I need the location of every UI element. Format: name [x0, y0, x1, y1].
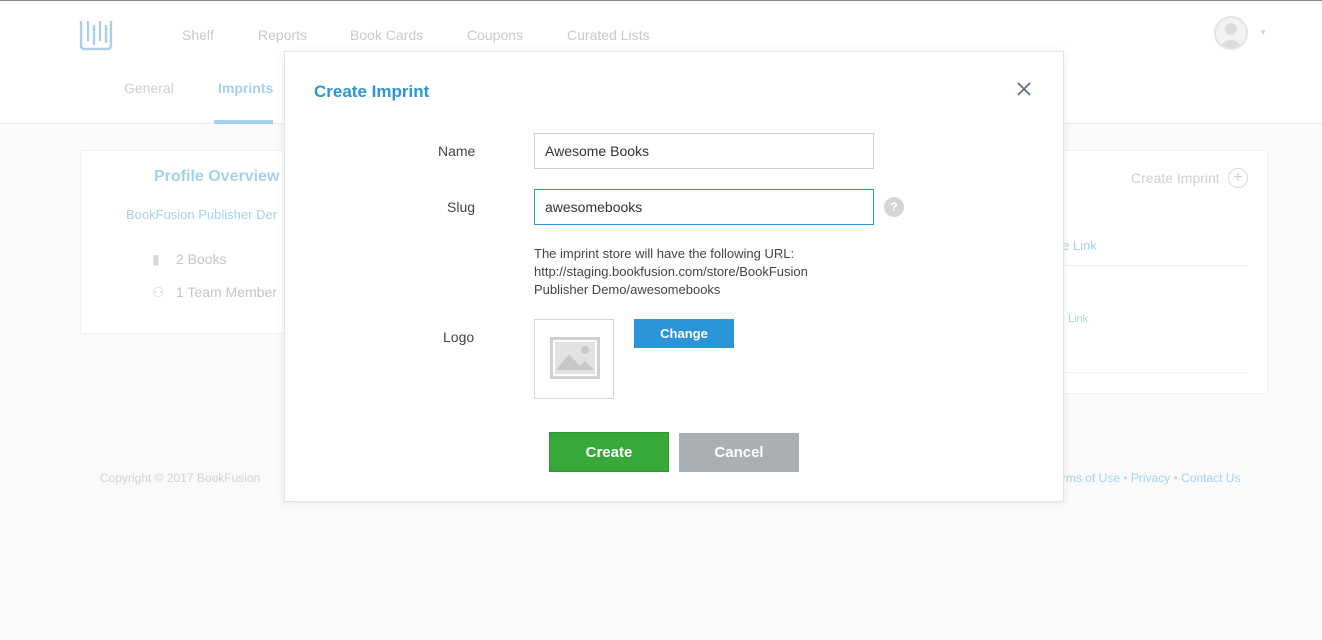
logo-label: Logo — [443, 329, 475, 345]
team-stat: ⚇ 1 Team Member — [152, 284, 277, 301]
nav-book-cards[interactable]: Book Cards — [350, 27, 423, 43]
plus-icon[interactable]: + — [1228, 168, 1248, 188]
create-imprint-dialog: Create Imprint Name Slug ? The imprint s… — [284, 51, 1064, 502]
image-placeholder-icon — [550, 337, 600, 379]
nav-shelf[interactable]: Shelf — [182, 27, 214, 43]
privacy-link[interactable]: Privacy — [1131, 471, 1170, 485]
slug-label: Slug — [447, 199, 476, 215]
terms-link[interactable]: rms of Use — [1062, 471, 1120, 485]
profile-overview-title: Profile Overview — [154, 168, 280, 185]
cancel-button[interactable]: Cancel — [679, 433, 799, 472]
books-stat: ▮ 2 Books — [152, 251, 227, 268]
url-note-line: http://staging.bookfusion.com/store/Book… — [534, 264, 808, 279]
logo-preview — [534, 319, 614, 399]
footer-separator: • — [1170, 471, 1182, 485]
copyright-text: Copyright © 2017 BookFusion — [100, 471, 261, 485]
chevron-down-icon[interactable]: ▾ — [1261, 27, 1266, 38]
footer-links: rms of Use • Privacy • Contact Us — [1062, 471, 1240, 485]
tab-imprints[interactable]: Imprints — [218, 80, 273, 96]
divider — [1064, 372, 1248, 373]
create-button[interactable]: Create — [549, 432, 669, 472]
active-tab-indicator — [214, 120, 273, 124]
slug-input[interactable] — [534, 189, 874, 225]
book-icon: ▮ — [152, 251, 160, 267]
tab-general[interactable]: General — [124, 80, 174, 96]
url-note: The imprint store will have the followin… — [534, 245, 854, 299]
contact-link[interactable]: Contact Us — [1181, 471, 1240, 485]
app-logo-icon[interactable] — [79, 17, 113, 51]
footer-separator: • — [1120, 471, 1131, 485]
imprint-link[interactable]: e Link — [1062, 238, 1097, 253]
team-count: 1 Team Member — [176, 284, 277, 300]
help-icon[interactable]: ? — [884, 197, 904, 217]
name-input[interactable] — [534, 133, 874, 169]
nav-coupons[interactable]: Coupons — [467, 27, 523, 43]
divider — [1064, 265, 1248, 266]
close-icon[interactable] — [1015, 80, 1033, 98]
team-icon: ⚇ — [152, 284, 165, 300]
publisher-name-link[interactable]: BookFusion Publisher Der — [126, 207, 277, 222]
imprint-small-link[interactable]: Link — [1068, 313, 1088, 325]
url-note-line: Publisher Demo/awesomebooks — [534, 282, 721, 297]
dialog-title: Create Imprint — [314, 82, 430, 101]
url-note-line: The imprint store will have the followin… — [534, 246, 795, 261]
nav-curated-lists[interactable]: Curated Lists — [567, 27, 649, 43]
change-logo-button[interactable]: Change — [634, 319, 734, 348]
create-imprint-link[interactable]: Create Imprint — [1131, 170, 1220, 186]
nav-reports[interactable]: Reports — [258, 27, 307, 43]
name-label: Name — [438, 143, 476, 159]
books-count: 2 Books — [176, 251, 227, 267]
user-avatar-icon[interactable] — [1214, 16, 1248, 50]
